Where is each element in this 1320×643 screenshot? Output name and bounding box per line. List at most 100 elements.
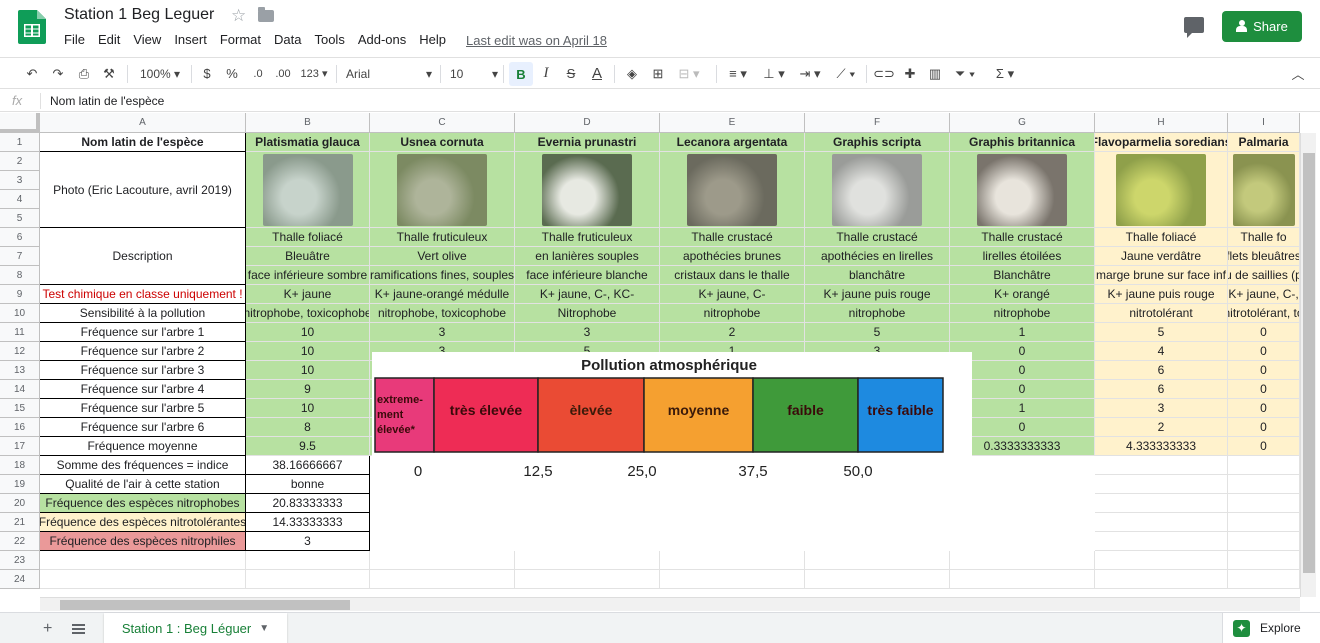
description-cell[interactable]: apothécies en lirelles: [805, 247, 950, 266]
row-header[interactable]: 2: [0, 152, 40, 171]
select-all-corner[interactable]: [0, 113, 40, 133]
empty-cell[interactable]: [246, 570, 370, 589]
frequency-cell[interactable]: 0: [1228, 342, 1300, 361]
frequency-cell[interactable]: 1: [950, 323, 1095, 342]
formula-input[interactable]: Nom latin de l'espèce: [50, 94, 164, 108]
description-cell[interactable]: Thalle fo: [1228, 228, 1300, 247]
description-cell[interactable]: flets bleuâtres: [1228, 247, 1300, 266]
undo-icon[interactable]: ↶: [22, 58, 42, 89]
frequency-cell[interactable]: 0: [1228, 361, 1300, 380]
sensitivity-cell[interactable]: nitrophobe: [950, 304, 1095, 323]
functions-icon[interactable]: Σ ▾: [990, 58, 1020, 89]
row-header[interactable]: 23: [0, 551, 40, 570]
empty-cell[interactable]: [1228, 475, 1300, 494]
lichen-photo[interactable]: [687, 153, 777, 226]
row-header[interactable]: 24: [0, 570, 40, 589]
frequency-label-cell[interactable]: Fréquence sur l'arbre 5: [40, 399, 246, 418]
mean-cell[interactable]: 9.5: [246, 437, 370, 456]
sheets-logo-icon[interactable]: [18, 10, 46, 44]
sheet-tab-station-1[interactable]: Station 1 : Beg Léguer ▼: [104, 613, 287, 643]
menu-data[interactable]: Data: [274, 32, 301, 47]
empty-cell[interactable]: [1095, 570, 1228, 589]
description-cell[interactable]: en lanières souples: [515, 247, 660, 266]
redo-icon[interactable]: ↷: [48, 58, 68, 89]
sensitivity-cell[interactable]: Nitrophobe: [515, 304, 660, 323]
empty-cell[interactable]: [1095, 456, 1228, 475]
description-cell[interactable]: Blanchâtre: [950, 266, 1095, 285]
empty-cell[interactable]: [370, 551, 515, 570]
chem-test-label-cell[interactable]: Test chimique en classe uniquement !: [40, 285, 246, 304]
chem-test-cell[interactable]: K+ jaune-orangé médulle: [370, 285, 515, 304]
chem-test-cell[interactable]: K+ jaune puis rouge: [1095, 285, 1228, 304]
description-cell[interactable]: lirelles étoilées: [950, 247, 1095, 266]
photo-label-cell[interactable]: Photo (Eric Lacouture, avril 2019): [40, 152, 246, 228]
species-header-cell[interactable]: Usnea cornuta: [370, 133, 515, 152]
lichen-photo[interactable]: [262, 153, 353, 226]
empty-cell[interactable]: [660, 551, 805, 570]
chem-test-cell[interactable]: K+ jaune: [246, 285, 370, 304]
horizontal-align-icon[interactable]: ≡ ▾: [724, 58, 752, 89]
vertical-scrollbar[interactable]: [1300, 133, 1316, 597]
description-cell[interactable]: Jaune verdâtre: [1095, 247, 1228, 266]
folder-icon[interactable]: [258, 7, 274, 22]
last-edit-link[interactable]: Last edit was on April 18: [466, 33, 607, 48]
species-header-cell[interactable]: Lecanora argentata: [660, 133, 805, 152]
summary-label-cell[interactable]: Qualité de l'air à cette station: [40, 475, 246, 494]
description-cell[interactable]: face inférieure sombre: [246, 266, 370, 285]
empty-cell[interactable]: [950, 570, 1095, 589]
more-formats-button[interactable]: 123 ▾: [298, 58, 330, 89]
column-header[interactable]: C: [370, 113, 515, 133]
frequency-cell[interactable]: 0: [1228, 399, 1300, 418]
row-header[interactable]: 6: [0, 228, 40, 247]
frequency-label-cell[interactable]: Fréquence sur l'arbre 6: [40, 418, 246, 437]
collapse-toolbar-icon[interactable]: ︿: [1288, 58, 1308, 89]
description-cell[interactable]: Thalle fruticuleux: [370, 228, 515, 247]
lichen-photo[interactable]: [832, 153, 922, 226]
frequency-label-cell[interactable]: Fréquence sur l'arbre 1: [40, 323, 246, 342]
photo-cell[interactable]: [246, 152, 370, 228]
description-cell[interactable]: Thalle crustacé: [660, 228, 805, 247]
row-header[interactable]: 14: [0, 380, 40, 399]
frequency-cell[interactable]: 6: [1095, 361, 1228, 380]
sensitivity-cell[interactable]: nitrotolérant: [1095, 304, 1228, 323]
empty-cell[interactable]: [1228, 532, 1300, 551]
merge-cells-icon[interactable]: ⊟ ▾: [674, 58, 704, 89]
sensitivity-cell[interactable]: nitrophobe: [660, 304, 805, 323]
mean-cell[interactable]: 0: [1228, 437, 1300, 456]
row-header[interactable]: 12: [0, 342, 40, 361]
description-cell[interactable]: face inférieure blanche: [515, 266, 660, 285]
add-sheet-icon[interactable]: +: [43, 620, 52, 638]
description-cell[interactable]: u de saillies (p: [1228, 266, 1300, 285]
menu-edit[interactable]: Edit: [98, 32, 120, 47]
empty-cell[interactable]: [1228, 494, 1300, 513]
row-header[interactable]: 22: [0, 532, 40, 551]
sensitivity-cell[interactable]: nitrotolérant, to: [1228, 304, 1300, 323]
empty-cell[interactable]: [1095, 475, 1228, 494]
empty-cell[interactable]: [246, 551, 370, 570]
menu-addons[interactable]: Add-ons: [358, 32, 406, 47]
menu-file[interactable]: File: [64, 32, 85, 47]
empty-cell[interactable]: [40, 570, 246, 589]
print-icon[interactable]: ⎙: [74, 58, 94, 89]
species-header-cell[interactable]: Graphis britannica: [950, 133, 1095, 152]
strikethrough-button[interactable]: S: [562, 58, 580, 89]
frequency-label-cell[interactable]: Fréquence sur l'arbre 3: [40, 361, 246, 380]
menu-tools[interactable]: Tools: [314, 32, 344, 47]
lichen-photo[interactable]: [1116, 153, 1206, 226]
row-header[interactable]: 20: [0, 494, 40, 513]
description-cell[interactable]: apothécies brunes: [660, 247, 805, 266]
text-wrap-icon[interactable]: ⇥ ▾: [796, 58, 824, 89]
summary-value-cell[interactable]: 3: [246, 532, 370, 551]
column-header[interactable]: D: [515, 113, 660, 133]
empty-cell[interactable]: [515, 570, 660, 589]
photo-cell[interactable]: [660, 152, 805, 228]
summary-value-cell[interactable]: 38.16666667: [246, 456, 370, 475]
row-header[interactable]: 11: [0, 323, 40, 342]
all-sheets-icon[interactable]: [72, 624, 85, 634]
empty-cell[interactable]: [1095, 532, 1228, 551]
row-header[interactable]: 7: [0, 247, 40, 266]
description-label-cell[interactable]: Description: [40, 228, 246, 285]
menu-help[interactable]: Help: [419, 32, 446, 47]
photo-cell[interactable]: [805, 152, 950, 228]
bold-button[interactable]: B: [509, 62, 533, 86]
